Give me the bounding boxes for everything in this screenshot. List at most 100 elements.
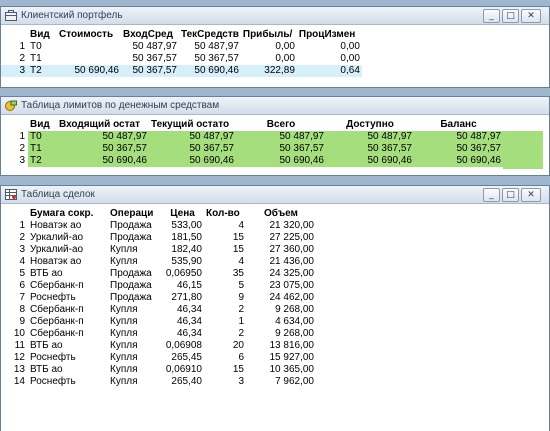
cell-price: 46,15 <box>176 280 202 291</box>
cell-quantity: 15 <box>232 232 244 243</box>
column-header[interactable]: Стоимость <box>57 28 121 41</box>
column-header[interactable]: ВходСред <box>121 28 179 41</box>
table-row-selected[interactable]: 3 T2 50 690,46 50 367,57 50 690,46 322,8… <box>1 65 362 77</box>
row-number: 7 <box>19 292 25 303</box>
table-row[interactable]: 5 ВТБ ао Продажа 0,06950 35 24 325,00 <box>1 268 316 280</box>
table-row[interactable]: 2 T1 50 367,57 50 367,57 0,00 0,00 <box>1 53 362 65</box>
close-button[interactable]: ✕ <box>521 9 541 23</box>
cell-cur: 50 690,46 <box>179 65 241 77</box>
table-row[interactable]: 3 T2 50 690,46 50 690,46 50 690,46 50 69… <box>1 155 503 167</box>
cell-quantity: 4 <box>238 256 244 267</box>
cell-quantity: 6 <box>238 352 244 363</box>
cell-volume: 23 075,00 <box>269 280 315 291</box>
table-row[interactable]: 9 Сбербанк-п Купля 46,34 1 4 634,00 <box>1 316 316 328</box>
column-header[interactable]: Объем <box>246 207 316 220</box>
cell-bal: 50 487,97 <box>414 131 503 143</box>
portfolio-window: Клиентский портфель _ □ ✕ Вид Стоимость … <box>0 6 550 88</box>
column-header[interactable]: Вид <box>28 28 57 41</box>
table-row[interactable]: 12 Роснефть Купля 265,45 6 15 927,00 <box>1 352 316 364</box>
row-number: 9 <box>19 316 25 327</box>
table-row[interactable]: 8 Сбербанк-п Купля 46,34 2 9 268,00 <box>1 304 316 316</box>
portfolio-titlebar[interactable]: Клиентский портфель _ □ ✕ <box>1 7 549 25</box>
column-header[interactable]: Текущий остато <box>149 118 236 131</box>
cell-volume: 9 268,00 <box>275 328 314 339</box>
cell-operation: Купля <box>110 328 138 339</box>
maximize-button[interactable]: □ <box>502 9 519 23</box>
table-row[interactable]: 13 ВТБ ао Купля 0,06910 15 10 365,00 <box>1 364 316 376</box>
cell-price: 0,06910 <box>165 364 202 375</box>
minimize-button[interactable]: _ <box>483 9 500 23</box>
table-row[interactable]: 2 Уркалий-ао Продажа 181,50 15 27 225,00 <box>1 232 316 244</box>
cell-pct: 0,00 <box>340 53 360 64</box>
column-header[interactable]: Всего <box>236 118 326 131</box>
minimize-button[interactable]: _ <box>483 188 500 202</box>
table-row[interactable]: 14 Роснефть Купля 265,40 3 7 962,00 <box>1 376 316 388</box>
cell-pct: 0,64 <box>296 65 362 77</box>
money-limits-titlebar[interactable]: Таблица лимитов по денежным средствам <box>1 97 549 115</box>
cell-avail: 50 690,46 <box>326 155 414 167</box>
table-row[interactable]: 3 Уркалий-ао Купля 182,40 15 27 360,00 <box>1 244 316 256</box>
cell-avail: 50 367,57 <box>326 143 414 155</box>
column-header[interactable]: ПроцИзмен <box>297 28 362 41</box>
window-title: Таблица сделок <box>21 189 95 200</box>
cell-price: 181,50 <box>171 232 202 243</box>
portfolio-table: Вид Стоимость ВходСред ТекСредств Прибыл… <box>1 28 362 77</box>
cell-total: 50 487,97 <box>236 131 326 143</box>
cell-security: Уркалий-ао <box>30 244 84 255</box>
row-number: 4 <box>19 256 25 267</box>
money-limits-icon <box>5 100 17 111</box>
table-row[interactable]: 11 ВТБ ао Купля 0,06908 20 13 816,00 <box>1 340 316 352</box>
table-row[interactable]: 4 Новатэк ао Купля 535,90 4 21 436,00 <box>1 256 316 268</box>
window-title: Таблица лимитов по денежным средствам <box>21 100 220 111</box>
deals-table: Бумага сокр. Операци Цена Кол-во Объем 1… <box>1 207 316 388</box>
cell-profit: 322,89 <box>240 65 297 77</box>
cell-operation: Купля <box>110 316 138 327</box>
row-number: 8 <box>19 304 25 315</box>
column-header[interactable]: Кол-во <box>204 207 246 220</box>
balance-fill <box>503 131 543 169</box>
row-number: 3 <box>1 65 28 77</box>
row-number: 5 <box>19 268 25 279</box>
column-header[interactable]: ТекСредств <box>179 28 241 41</box>
cell-total: 50 367,57 <box>236 143 326 155</box>
maximize-button[interactable]: □ <box>502 188 519 202</box>
column-header[interactable]: Входящий остат <box>57 118 149 131</box>
cell-quantity: 3 <box>238 376 244 387</box>
cell-security: Сбербанк-п <box>30 304 84 315</box>
table-row[interactable]: 6 Сбербанк-п Продажа 46,15 5 23 075,00 <box>1 280 316 292</box>
cell-price: 533,00 <box>171 220 202 231</box>
cell-cur: 50 367,57 <box>194 53 239 64</box>
cell-cur: 50 487,97 <box>149 131 236 143</box>
cell-security: Сбербанк-п <box>30 328 84 339</box>
table-row[interactable]: 1 T0 50 487,97 50 487,97 0,00 0,00 <box>1 41 362 53</box>
cell-quantity: 5 <box>238 280 244 291</box>
table-row[interactable]: 10 Сбербанк-п Купля 46,34 2 9 268,00 <box>1 328 316 340</box>
close-button[interactable]: ✕ <box>521 188 541 202</box>
cell-operation: Продажа <box>110 268 152 279</box>
column-header[interactable]: Прибыль/ <box>241 28 297 41</box>
column-header[interactable]: Цена <box>161 207 204 220</box>
money-limits-window: Таблица лимитов по денежным средствам Ви… <box>0 96 550 176</box>
table-row[interactable]: 7 Роснефть Продажа 271,80 9 24 462,00 <box>1 292 316 304</box>
row-number: 1 <box>19 220 25 231</box>
cell-price: 46,34 <box>176 328 202 339</box>
column-header[interactable]: Операци <box>108 207 161 220</box>
column-header[interactable]: Доступно <box>326 118 414 131</box>
cell-quantity: 1 <box>238 316 244 327</box>
cell-price: 182,40 <box>171 244 202 255</box>
column-header[interactable]: Баланс <box>414 118 503 131</box>
table-row[interactable]: 2 T1 50 367,57 50 367,57 50 367,57 50 36… <box>1 143 503 155</box>
deals-titlebar[interactable]: Таблица сделок _ □ ✕ <box>1 186 549 204</box>
column-header[interactable]: Бумага сокр. <box>28 207 108 220</box>
cell-quantity: 35 <box>232 268 244 279</box>
table-row[interactable]: 1 Новатэк ао Продажа 533,00 4 21 320,00 <box>1 220 316 232</box>
cell-security: ВТБ ао <box>30 364 63 375</box>
cell-quantity: 9 <box>238 292 244 303</box>
column-header[interactable]: Вид <box>28 118 57 131</box>
cell-operation: Продажа <box>110 280 152 291</box>
cell-in: 50 367,57 <box>132 53 178 64</box>
row-number: 2 <box>19 232 25 243</box>
cell-security: Роснефть <box>30 376 76 387</box>
table-row[interactable]: 1 T0 50 487,97 50 487,97 50 487,97 50 48… <box>1 131 503 143</box>
cell-total: 50 690,46 <box>236 155 326 167</box>
